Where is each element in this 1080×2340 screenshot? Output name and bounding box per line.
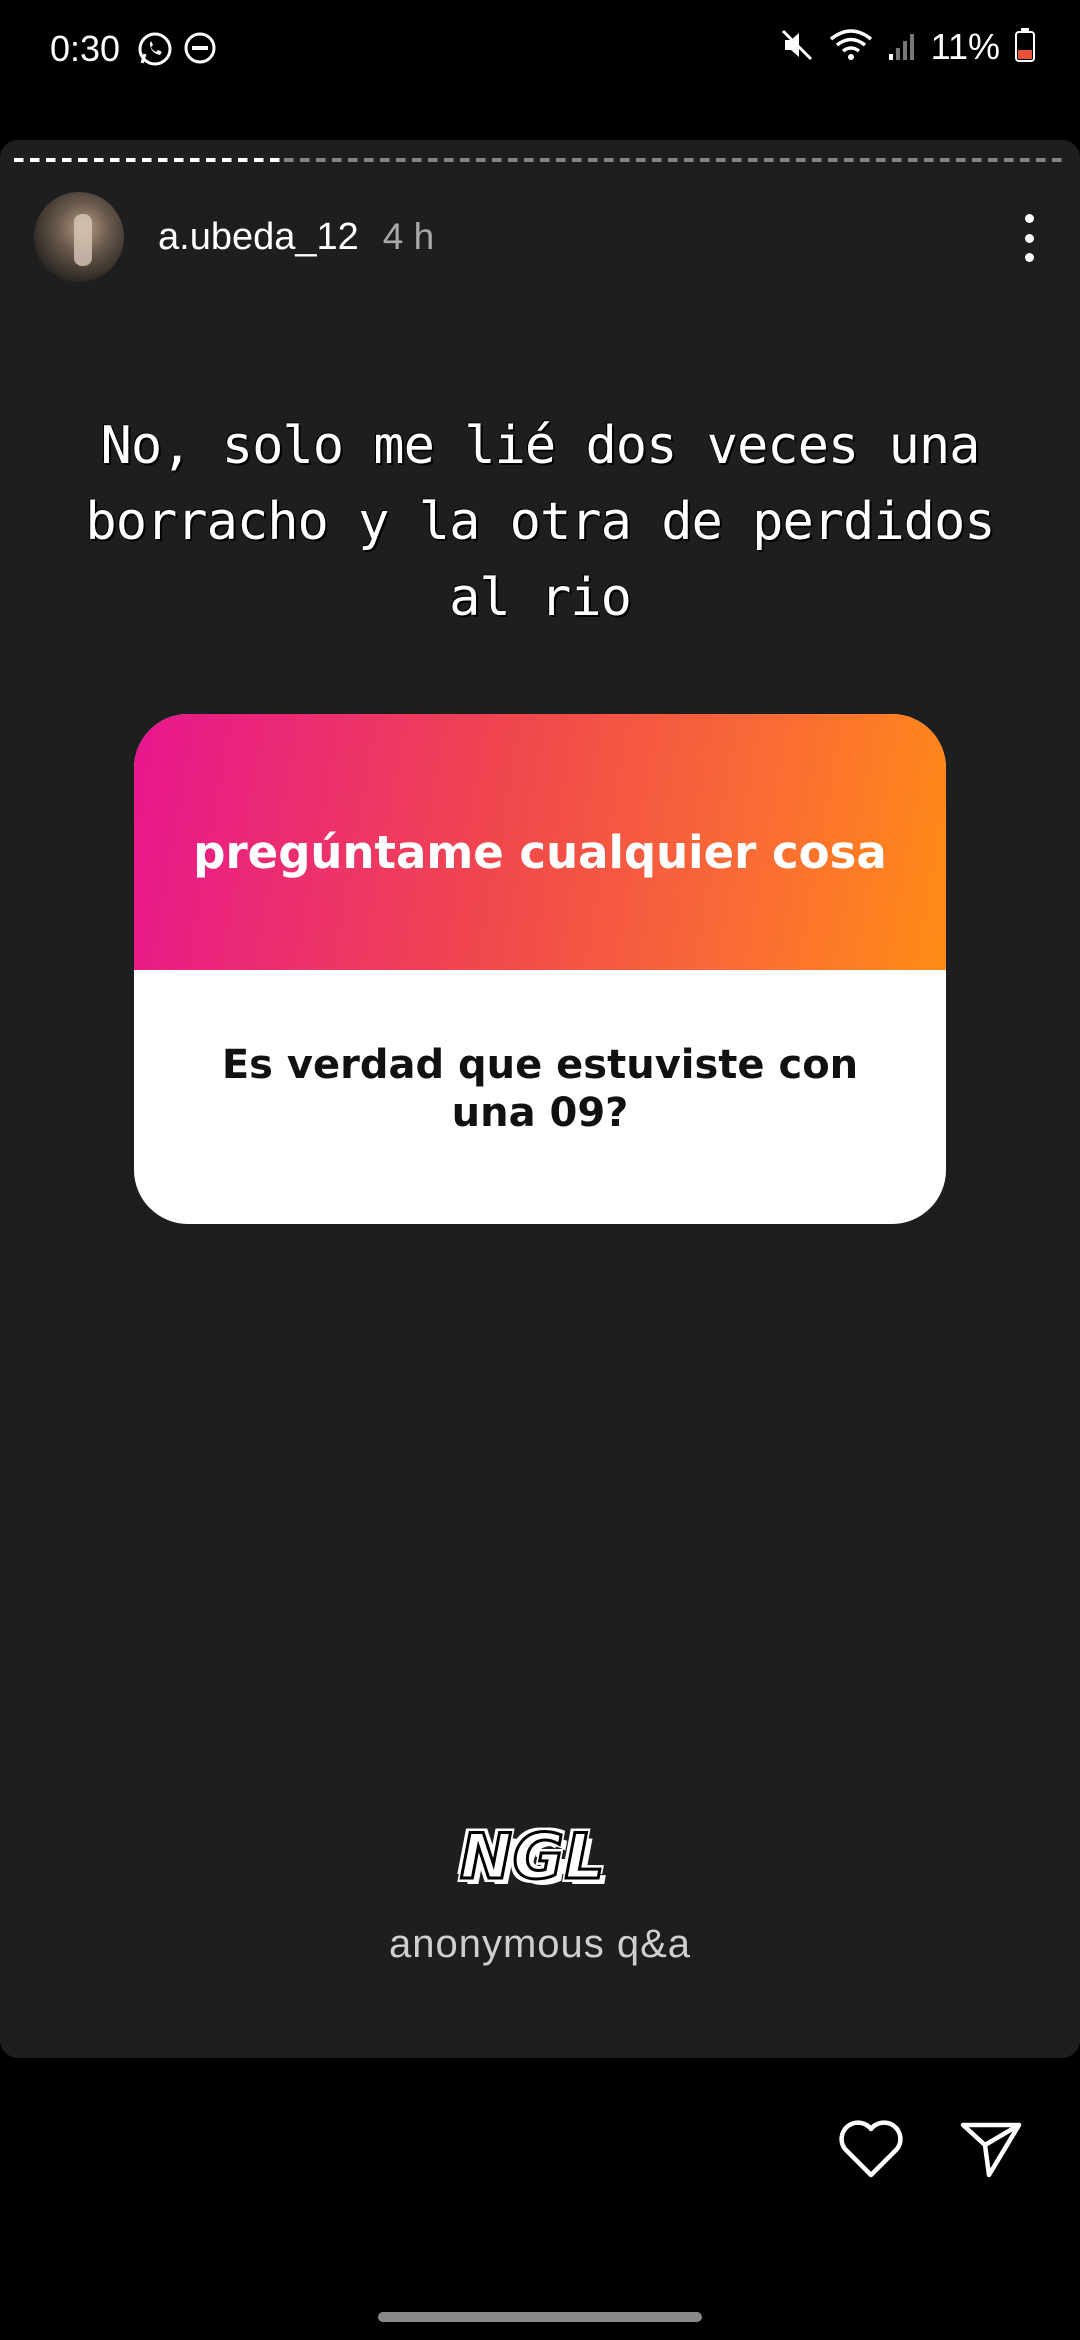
home-indicator[interactable] (378, 2312, 702, 2322)
like-button[interactable] (836, 2114, 906, 2184)
username[interactable]: a.ubeda_12 (158, 216, 359, 259)
heart-icon (839, 2120, 903, 2178)
more-dots-icon-dot (1024, 233, 1034, 243)
battery-icon (1014, 27, 1036, 68)
status-time: 0:30 (50, 28, 121, 69)
status-notification-icons (136, 30, 218, 73)
ngl-caption: anonymous q&a (388, 1922, 692, 1966)
story-actions (836, 2114, 1026, 2184)
signal-icon (887, 28, 917, 67)
status-bar: 0:30 11% (0, 0, 1080, 110)
more-options-button[interactable] (1012, 210, 1046, 266)
question-sticker-header: pregúntame cualquier cosa (134, 714, 946, 970)
ngl-logo-text: NGL (458, 1819, 606, 1895)
avatar[interactable] (34, 192, 124, 282)
story-progress-bar (14, 158, 1066, 164)
progress-segment-remaining (284, 158, 1066, 162)
question-text: Es verdad que estuviste con una 09? (221, 1042, 859, 1136)
story-header: a.ubeda_12 4 h (34, 192, 1046, 282)
question-sticker-body: Es verdad que estuviste con una 09? (134, 970, 946, 1224)
more-dots-icon-dot (1024, 253, 1034, 262)
mute-icon (779, 27, 815, 68)
status-system-icons: 11% (779, 26, 1036, 68)
share-button[interactable] (956, 2114, 1026, 2184)
wifi-icon (829, 27, 873, 68)
dnd-icon (182, 30, 218, 73)
battery-percentage: 11% (930, 26, 1000, 67)
post-time: 4 h (382, 216, 435, 257)
more-dots-icon (1024, 214, 1034, 223)
whatsapp-icon (136, 30, 174, 73)
story-answer-text: No, solo me lié dos veces una borracho y… (85, 416, 995, 628)
story-viewer[interactable]: a.ubeda_12 4 h No, solo me lié dos veces… (0, 140, 1080, 2058)
question-sticker: pregúntame cualquier cosa Es verdad que … (134, 714, 946, 1224)
send-icon (960, 2122, 1022, 2178)
ngl-logo[interactable]: NGL (458, 1819, 620, 1900)
progress-segment-viewed (14, 158, 284, 162)
question-sticker-title: pregúntame cualquier cosa (193, 825, 887, 879)
